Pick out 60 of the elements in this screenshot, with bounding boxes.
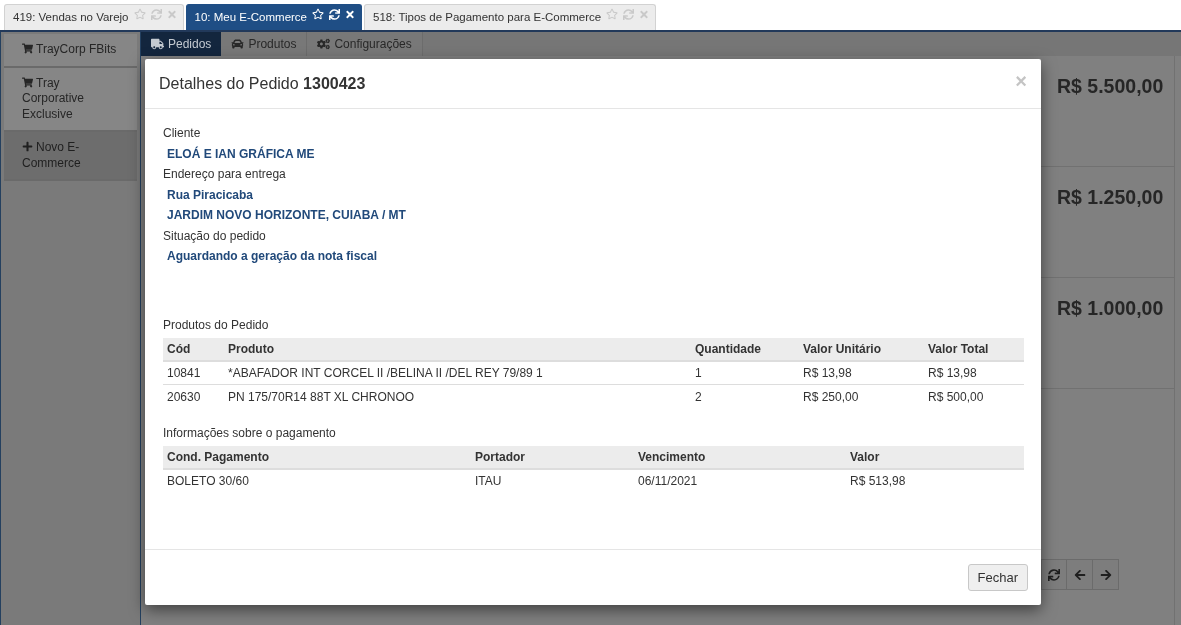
arrow-right-icon (1099, 568, 1112, 581)
tab[interactable]: 10: Meu E-Commerce (185, 4, 362, 30)
field-value: Aguardando a geração da nota fiscal (166, 248, 379, 265)
next-button[interactable] (1093, 559, 1119, 590)
amount-text: R$ 1.250,00 (1057, 186, 1164, 208)
close-dialog-button[interactable]: Fechar (967, 564, 1028, 591)
car-icon (231, 38, 245, 50)
table-cell: R$ 500,00 (924, 384, 1024, 409)
sidebar-item[interactable]: TrayCorp FBits (4, 34, 137, 68)
field-label: Situação do pedido (163, 227, 267, 245)
field-value: JARDIM NOVO HORIZONTE, CUIABA / MT (166, 207, 407, 224)
column-header: Portador (471, 445, 634, 469)
close-icon[interactable] (345, 8, 355, 20)
modal-title: Detalhes do Pedido 1300423 (159, 73, 366, 94)
column-header: Valor Total (924, 337, 1024, 361)
truck-icon (151, 38, 164, 50)
cart-icon (22, 43, 33, 54)
cart-icon (22, 76, 33, 88)
table-cell: R$ 13,98 (799, 360, 924, 385)
amount-text: R$ 1.000,00 (1057, 297, 1164, 319)
field-value: Rua Piracicaba (166, 186, 255, 204)
column-header: Valor (846, 445, 1024, 469)
previous-button[interactable] (1067, 559, 1093, 590)
tab[interactable]: 518: Tipos de Pagamento para E-Commerce (364, 4, 657, 30)
field-label: Endereço para entrega (163, 166, 287, 183)
sidebar-item[interactable]: Tray Corporative Exclusive (4, 67, 137, 132)
column-header: Quantidade (691, 337, 799, 361)
section-title: Produtos do Pedido (163, 316, 270, 334)
star-icon[interactable] (133, 8, 146, 20)
column-header: Cond. Pagamento (163, 445, 471, 469)
subtab[interactable]: Pedidos (141, 32, 222, 56)
table-cell: R$ 13,98 (924, 360, 1024, 385)
column-header: Vencimento (634, 445, 846, 469)
tab[interactable]: 419: Vendas no Varejo (4, 4, 184, 30)
star-icon[interactable] (312, 8, 324, 20)
section-title: Informações sobre o pagamento (163, 424, 337, 442)
field-label: Cliente (163, 125, 202, 142)
table-cell: PN 175/70R14 88T XL CHRONOO (224, 384, 691, 409)
table-cell: 06/11/2021 (634, 468, 846, 493)
column-header: Produto (224, 337, 691, 361)
refresh-button[interactable] (1041, 559, 1067, 590)
table-cell: 1 (691, 360, 799, 385)
table-cell: ITAU (471, 468, 634, 493)
table-cell: R$ 250,00 (799, 384, 924, 409)
table-cell: 10841 (163, 360, 224, 385)
gears-icon (317, 38, 331, 50)
refresh-icon[interactable] (329, 8, 340, 20)
table-cell: BOLETO 30/60 (163, 468, 471, 493)
table-cell: 20630 (163, 384, 224, 409)
table-cell: R$ 513,98 (846, 468, 1024, 493)
star-icon[interactable] (606, 8, 619, 20)
arrow-left-icon (1073, 568, 1086, 581)
table-cell: 2 (691, 384, 799, 409)
field-value: ELOÁ E IAN GRÁFICA ME (166, 145, 316, 163)
column-header: Valor Unitário (799, 337, 924, 361)
table-cell: *ABAFADOR INT CORCEL II /BELINA II /DEL REY 79/89 1 (224, 360, 691, 385)
amount-text: R$ 5.500,00 (1057, 75, 1164, 97)
refresh-icon (1048, 568, 1060, 581)
plus-icon (22, 141, 33, 152)
column-header: Cód (163, 337, 224, 361)
